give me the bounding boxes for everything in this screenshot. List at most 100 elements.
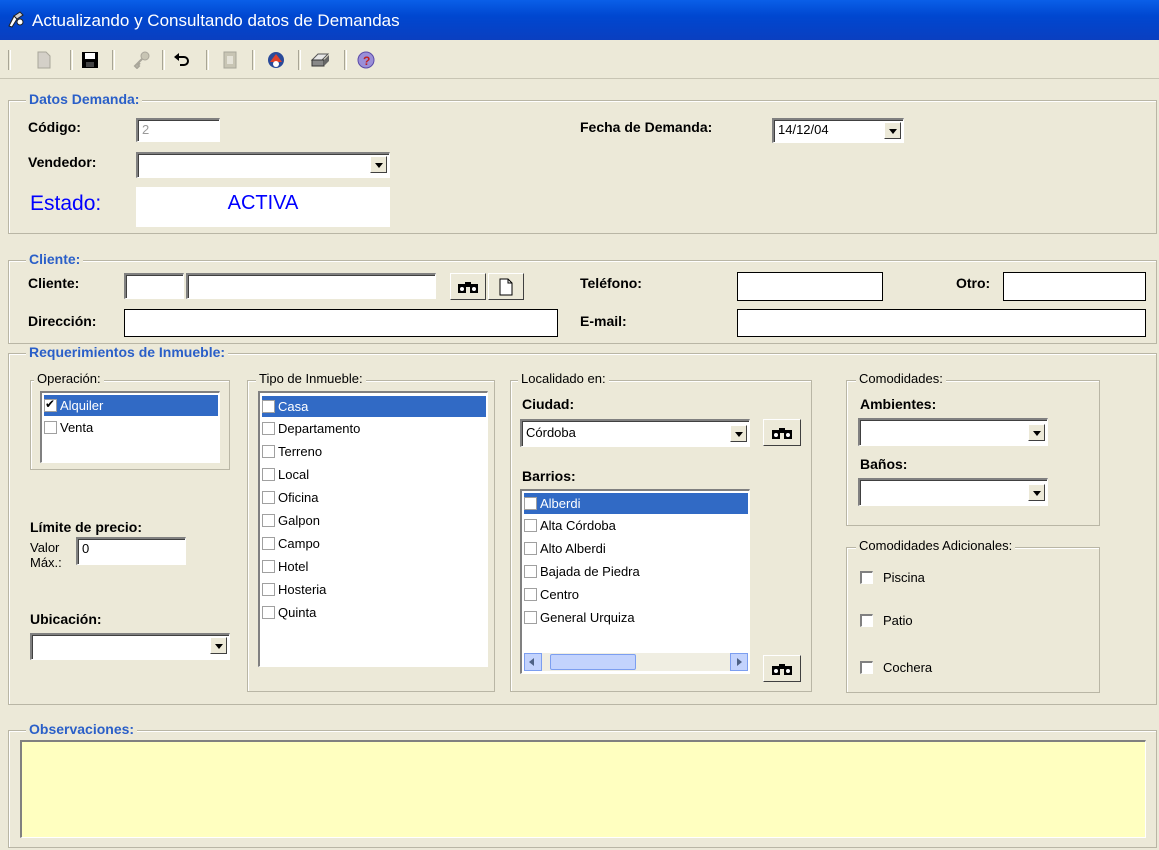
checkbox-icon[interactable]	[524, 497, 537, 510]
ubicacion-label: Ubicación:	[30, 611, 102, 627]
chevron-down-icon[interactable]	[884, 122, 901, 139]
search-barrio-button[interactable]	[763, 655, 801, 682]
chevron-down-icon[interactable]	[210, 637, 227, 654]
horizontal-scrollbar[interactable]	[524, 653, 748, 671]
toolbar-separator	[70, 50, 73, 70]
fecha-demanda-dropdown[interactable]: 14/12/04	[772, 118, 904, 143]
help-button[interactable]: ?	[354, 48, 378, 72]
print-button[interactable]	[308, 48, 332, 72]
telefono-field[interactable]	[737, 272, 883, 301]
checkbox-icon[interactable]	[524, 565, 537, 578]
list-item[interactable]: General Urquiza	[524, 607, 748, 628]
binoculars-icon	[458, 281, 478, 293]
ciudad-dropdown[interactable]: Córdoba	[520, 419, 750, 447]
undo-icon	[174, 53, 189, 66]
checkbox-icon[interactable]	[262, 583, 275, 596]
patio-checkbox[interactable]: Patio	[860, 613, 913, 628]
ciudad-value: Córdoba	[526, 425, 576, 440]
list-item[interactable]: Local	[262, 464, 486, 485]
list-item[interactable]: Alquiler	[44, 395, 218, 416]
binoculars-icon	[772, 663, 792, 675]
list-item[interactable]: Bajada de Piedra	[524, 561, 748, 582]
vendedor-label: Vendedor:	[28, 154, 97, 170]
list-item[interactable]: Quinta	[262, 602, 486, 623]
checkbox-icon[interactable]	[860, 661, 873, 674]
checkbox-icon[interactable]	[524, 542, 537, 555]
codigo-field[interactable]: 2	[136, 118, 220, 142]
operacion-list[interactable]: Alquiler Venta	[40, 391, 220, 463]
banos-dropdown[interactable]	[858, 478, 1048, 506]
piscina-checkbox[interactable]: Piscina	[860, 570, 925, 585]
cochera-checkbox[interactable]: Cochera	[860, 660, 932, 675]
codigo-label: Código:	[28, 119, 81, 135]
checkbox-icon[interactable]	[262, 468, 275, 481]
cliente-name-field[interactable]	[186, 273, 436, 299]
list-item[interactable]: Centro	[524, 584, 748, 605]
checkbox-icon[interactable]	[262, 537, 275, 550]
chevron-down-icon[interactable]	[730, 425, 747, 442]
list-item[interactable]: Oficina	[262, 487, 486, 508]
email-field[interactable]	[737, 309, 1146, 337]
checkbox-icon[interactable]	[262, 422, 275, 435]
checkbox-icon[interactable]	[524, 611, 537, 624]
tipo-inmueble-title: Tipo de Inmueble:	[256, 371, 366, 386]
list-item[interactable]: Venta	[44, 417, 218, 438]
paint-button[interactable]	[264, 48, 288, 72]
checkbox-checked-icon[interactable]	[44, 397, 57, 412]
otro-field[interactable]	[1003, 272, 1146, 301]
checkbox-icon[interactable]	[524, 588, 537, 601]
observaciones-title: Observaciones:	[26, 721, 138, 737]
list-item[interactable]: Hotel	[262, 556, 486, 577]
checkbox-icon[interactable]	[44, 421, 57, 434]
list-item[interactable]: Alta Córdoba	[524, 515, 748, 536]
list-item[interactable]: Galpon	[262, 510, 486, 531]
chevron-down-icon[interactable]	[1028, 484, 1045, 501]
ubicacion-dropdown[interactable]	[30, 633, 230, 660]
ciudad-label: Ciudad:	[522, 396, 575, 412]
observaciones-textarea[interactable]	[20, 740, 1146, 838]
cliente-code-field[interactable]	[124, 273, 184, 299]
key-button[interactable]	[130, 48, 154, 72]
app-icon	[8, 11, 24, 28]
list-item[interactable]: Alto Alberdi	[524, 538, 748, 559]
vendedor-dropdown[interactable]	[136, 152, 390, 178]
scroll-thumb[interactable]	[550, 654, 636, 670]
list-item[interactable]: Hosteria	[262, 579, 486, 600]
scroll-left-icon[interactable]	[524, 653, 542, 671]
cliente-label: Cliente:	[28, 275, 80, 291]
direccion-field[interactable]	[124, 309, 558, 337]
new-document-icon	[499, 278, 513, 295]
list-item[interactable]: Casa	[262, 396, 486, 417]
checkbox-icon[interactable]	[860, 614, 873, 627]
search-client-button[interactable]	[450, 273, 486, 300]
scroll-right-icon[interactable]	[730, 653, 748, 671]
max-label: Máx.:	[30, 555, 62, 570]
tipo-inmueble-list[interactable]: Casa Departamento Terreno Local Oficina …	[258, 391, 488, 667]
checkbox-icon[interactable]	[262, 491, 275, 504]
checkbox-icon[interactable]	[262, 400, 275, 413]
list-item[interactable]: Departamento	[262, 418, 486, 439]
list-item[interactable]: Alberdi	[524, 493, 748, 514]
checkbox-icon[interactable]	[524, 519, 537, 532]
estado-label: Estado:	[30, 192, 102, 215]
list-item[interactable]: Campo	[262, 533, 486, 554]
copy-button[interactable]	[218, 48, 242, 72]
undo-button[interactable]	[170, 48, 194, 72]
barrios-list[interactable]: Alberdi Alta Córdoba Alto Alberdi Bajada…	[520, 489, 750, 674]
checkbox-icon[interactable]	[262, 445, 275, 458]
save-button[interactable]	[78, 48, 102, 72]
chevron-down-icon[interactable]	[370, 156, 387, 173]
search-city-button[interactable]	[763, 419, 801, 446]
ambientes-dropdown[interactable]	[858, 418, 1048, 446]
checkbox-icon[interactable]	[262, 560, 275, 573]
estado-box: ACTIVA	[136, 187, 390, 227]
chevron-down-icon[interactable]	[1028, 424, 1045, 441]
checkbox-icon[interactable]	[262, 514, 275, 527]
checkbox-icon[interactable]	[262, 606, 275, 619]
title-bar[interactable]: Actualizando y Consultando datos de Dema…	[0, 0, 1159, 40]
list-item[interactable]: Terreno	[262, 441, 486, 462]
valor-max-field[interactable]: 0	[76, 537, 186, 565]
checkbox-icon[interactable]	[860, 571, 873, 584]
new-client-button[interactable]	[488, 273, 524, 300]
new-document-button[interactable]	[32, 48, 56, 72]
